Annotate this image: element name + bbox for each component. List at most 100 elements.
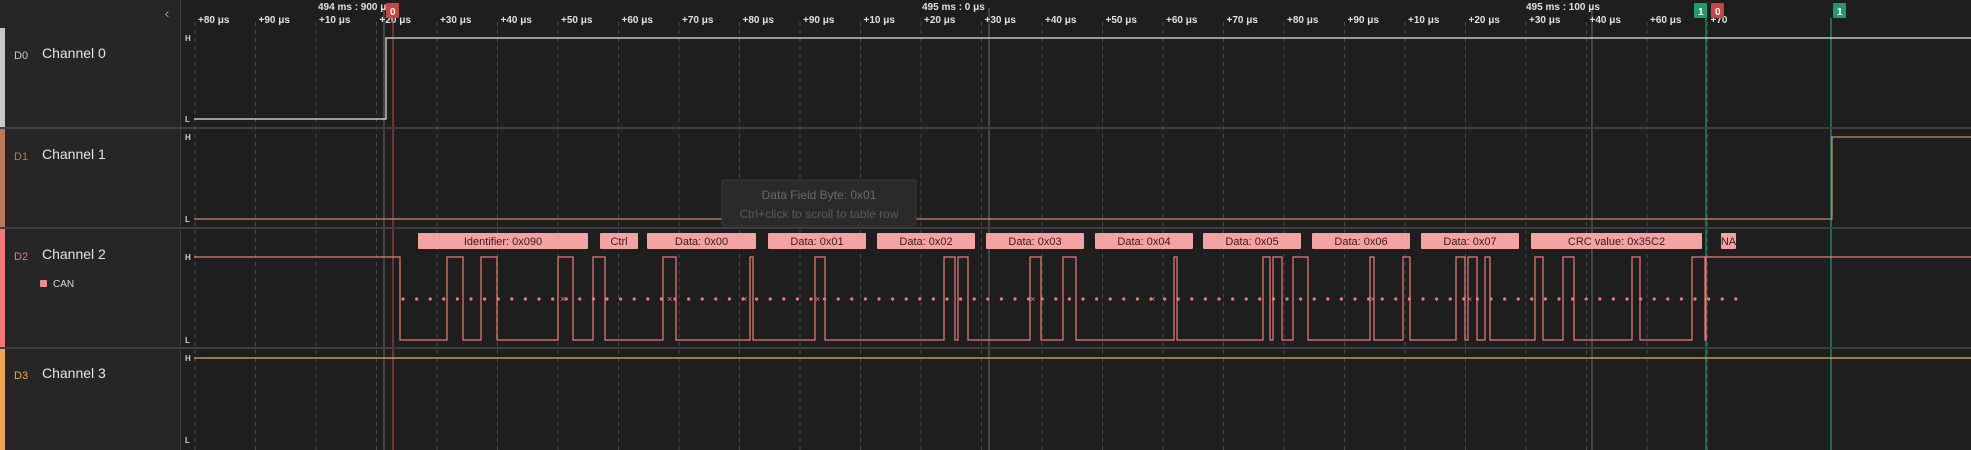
can-frame-text: Data: 0x02 bbox=[899, 236, 952, 248]
can-frame-text: CRC value: 0x35C2 bbox=[1568, 236, 1665, 248]
sample-dot bbox=[959, 297, 963, 301]
sample-dot bbox=[578, 297, 582, 301]
sample-dot bbox=[1394, 297, 1398, 301]
stuff-bit-marker: × bbox=[815, 294, 820, 304]
sample-dot bbox=[483, 297, 487, 301]
sample-dot bbox=[1571, 297, 1575, 301]
sample-dot bbox=[1339, 297, 1343, 301]
sample-dot bbox=[1203, 297, 1207, 301]
sample-dot bbox=[1326, 297, 1330, 301]
sample-dot bbox=[782, 297, 786, 301]
tooltip-hint: Ctrl+click to scroll to table row bbox=[739, 207, 898, 221]
stuff-bit-marker: × bbox=[1030, 294, 1035, 304]
sample-dot bbox=[1720, 297, 1724, 301]
sample-dot bbox=[1040, 297, 1044, 301]
sample-dot bbox=[863, 297, 868, 301]
time-tick-label: +10 μs bbox=[864, 15, 896, 26]
time-tick-label: +40 μs bbox=[501, 15, 533, 26]
sample-dot bbox=[469, 297, 473, 301]
level-low-label: L bbox=[185, 436, 190, 445]
sample-dot bbox=[1543, 297, 1547, 301]
can-frame-text: Data: 0x05 bbox=[1225, 236, 1278, 248]
time-tick-label: +20 μs bbox=[924, 15, 956, 26]
time-tick-label: +30 μs bbox=[1529, 15, 1561, 26]
sample-dot bbox=[1435, 297, 1439, 301]
sample-dot bbox=[1666, 297, 1670, 301]
timing-marker-label: 0 bbox=[390, 7, 396, 18]
sample-dot bbox=[1312, 297, 1316, 301]
tooltip-title: Data Field Byte: 0x01 bbox=[762, 188, 877, 202]
sample-dot bbox=[999, 297, 1004, 301]
sample-dot bbox=[945, 297, 949, 301]
timestamp-label: 495 ms : 100 μs bbox=[1526, 2, 1600, 13]
level-high-label: H bbox=[185, 354, 191, 363]
time-tick-label: +10 μs bbox=[319, 15, 351, 26]
sample-dot bbox=[591, 297, 596, 301]
sample-dot bbox=[1231, 297, 1235, 301]
sample-dot bbox=[1095, 297, 1099, 301]
can-frame-text: NA bbox=[1721, 236, 1737, 248]
sample-dot bbox=[755, 297, 759, 301]
stuff-bit-marker: × bbox=[1370, 294, 1375, 304]
can-frame-text: Data: 0x03 bbox=[1008, 236, 1061, 248]
sample-dot bbox=[523, 297, 528, 301]
sample-dot bbox=[1707, 297, 1711, 301]
can-frame-text: Data: 0x06 bbox=[1334, 236, 1387, 248]
sample-dot bbox=[1176, 297, 1180, 301]
sample-dot bbox=[1503, 297, 1507, 301]
timing-marker-label: 1 bbox=[1698, 7, 1704, 18]
row-divider bbox=[0, 347, 1971, 349]
sample-dot bbox=[1598, 297, 1602, 301]
can-frame-text: Ctrl bbox=[610, 236, 627, 248]
time-tick-label: +90 μs bbox=[1348, 15, 1380, 26]
sample-dot bbox=[1108, 297, 1112, 301]
sample-dot bbox=[1557, 297, 1561, 301]
can-frame-text: Data: 0x04 bbox=[1117, 236, 1170, 248]
stuff-bit-marker: × bbox=[1150, 294, 1155, 304]
sample-dot bbox=[605, 297, 609, 301]
sample-dot bbox=[1380, 297, 1384, 301]
stuff-bit-marker: × bbox=[1467, 294, 1472, 304]
time-tick-label: +60 μs bbox=[1650, 15, 1682, 26]
sample-dot bbox=[918, 297, 922, 301]
sample-dot bbox=[904, 297, 908, 301]
sample-dot bbox=[551, 297, 555, 301]
time-tick-label: +90 μs bbox=[259, 15, 291, 26]
time-tick-label: +90 μs bbox=[803, 15, 835, 26]
row-divider bbox=[0, 127, 1971, 129]
sample-dot bbox=[415, 297, 419, 301]
level-low-label: L bbox=[185, 336, 190, 345]
sample-dot bbox=[1135, 297, 1139, 301]
sample-dot bbox=[795, 297, 800, 301]
sample-dot bbox=[809, 297, 813, 301]
time-tick-label: +80 μs bbox=[198, 15, 230, 26]
sample-dot bbox=[1462, 297, 1466, 301]
can-frame-text: Identifier: 0x090 bbox=[464, 236, 542, 248]
sample-dot bbox=[1652, 297, 1656, 301]
sample-dot bbox=[428, 297, 432, 301]
logic-analyzer-view: ‹ D0 Channel 0 D1 Channel 1 D2 Channel 2… bbox=[0, 0, 1971, 450]
sample-dot bbox=[632, 297, 636, 301]
waveform-area[interactable]: +80 μs +90 μs +10 μs +20 μs +30 μs +40 μs +50 … bbox=[0, 0, 1971, 450]
sample-dot bbox=[1122, 297, 1126, 301]
sample-dot bbox=[727, 297, 732, 301]
sample-dot bbox=[1448, 297, 1452, 301]
sample-dot bbox=[455, 297, 459, 301]
plot-background bbox=[181, 0, 1971, 450]
sample-dot bbox=[1407, 297, 1411, 301]
level-high-label: H bbox=[185, 253, 191, 262]
sample-dot bbox=[850, 297, 854, 301]
sample-dot bbox=[1421, 297, 1425, 301]
sample-dot bbox=[646, 297, 650, 301]
stuff-bit-marker: × bbox=[560, 294, 565, 304]
time-tick-label: +30 μs bbox=[985, 15, 1017, 26]
sample-dot bbox=[768, 297, 772, 301]
timing-marker-label: 1 bbox=[1837, 7, 1843, 18]
sample-dot bbox=[442, 297, 446, 301]
sample-dot bbox=[823, 297, 827, 301]
time-tick-label: +50 μs bbox=[1106, 15, 1138, 26]
sample-dot bbox=[1475, 297, 1479, 301]
sample-dot bbox=[1516, 297, 1520, 301]
sample-dot bbox=[1258, 297, 1262, 301]
sample-dot bbox=[1584, 297, 1588, 301]
